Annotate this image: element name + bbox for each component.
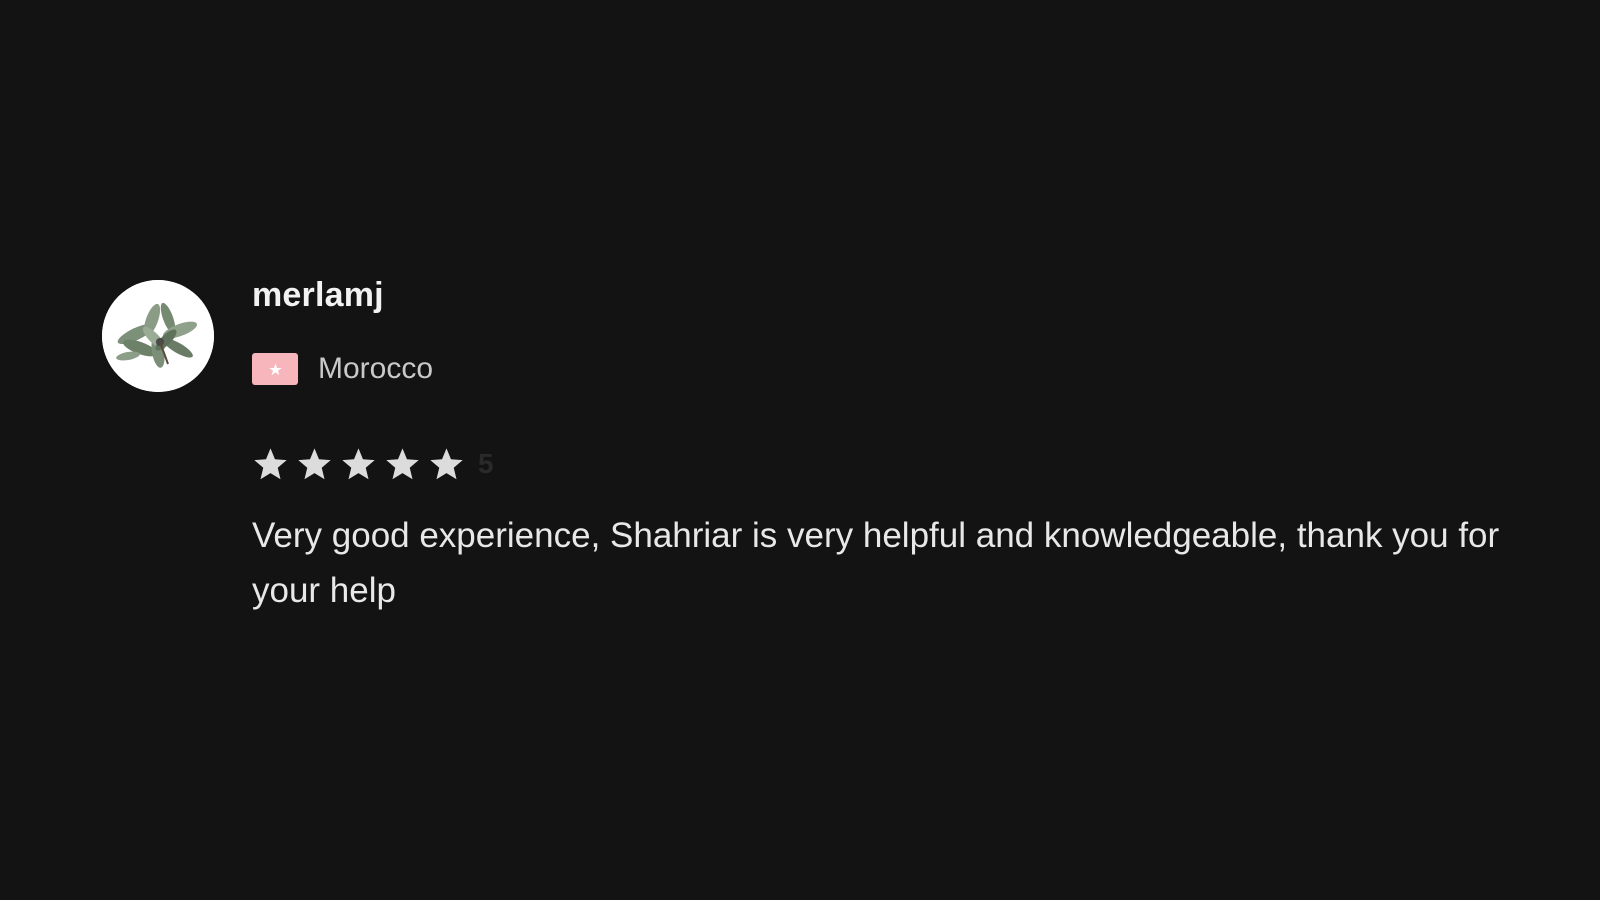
morocco-flag-icon <box>252 353 298 385</box>
star-icon <box>342 447 375 479</box>
country-name: Morocco <box>318 352 434 385</box>
star-icon <box>386 447 419 479</box>
reviewer-country: Morocco <box>252 352 433 386</box>
reviewer-username[interactable]: merlamj <box>252 276 384 315</box>
star-rating: 5 <box>252 444 494 484</box>
reviewer-avatar[interactable] <box>102 280 214 392</box>
rating-value: 5 <box>478 448 494 479</box>
star-icon <box>298 447 331 479</box>
star-icon <box>254 447 287 479</box>
star-icon <box>430 447 463 479</box>
sage-plant-avatar-icon <box>102 280 214 392</box>
review-text: Very good experience, Shahriar is very h… <box>252 516 1500 610</box>
